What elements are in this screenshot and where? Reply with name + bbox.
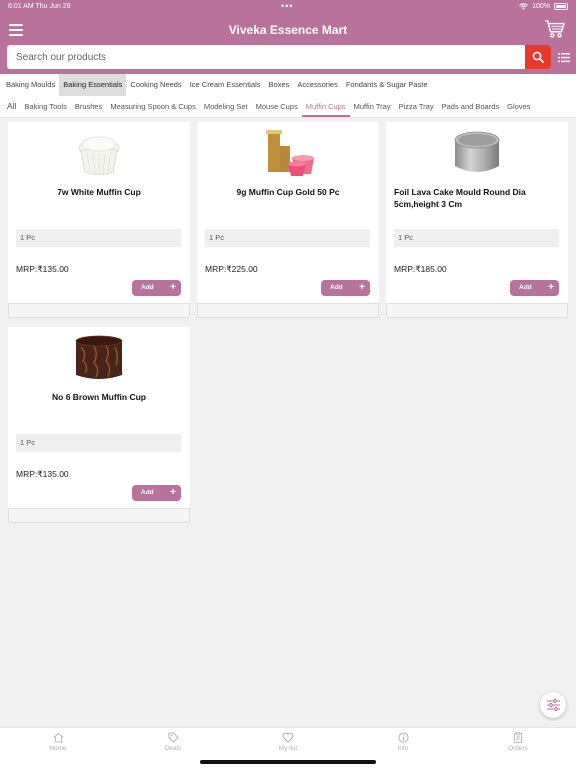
- status-bar: 8:01 AM Thu Jun 29 ••• 100%: [0, 0, 576, 14]
- product-card[interactable]: 9g Muffin Cup Gold 50 Pc 1 Pc MRP:₹225.0…: [197, 122, 379, 315]
- add-button-label: Add: [141, 489, 154, 496]
- tab-label: My list: [278, 745, 298, 752]
- tab-deals[interactable]: Deals: [143, 732, 203, 752]
- foil-cake-mould-icon: [454, 131, 500, 172]
- subcategory-tab-all[interactable]: All: [3, 96, 20, 117]
- add-to-cart-button[interactable]: Add +: [510, 280, 559, 296]
- white-muffin-cup-icon: [78, 136, 120, 175]
- product-price: MRP:₹185.00: [394, 264, 447, 274]
- search-input[interactable]: [7, 45, 525, 69]
- category-tab-cooking-needs[interactable]: Cooking Needs: [126, 74, 185, 96]
- battery-icon: [554, 3, 568, 10]
- add-button-label: Add: [330, 284, 343, 291]
- subcategory-tab-pizza-tray[interactable]: Pizza Tray: [395, 96, 438, 117]
- product-price: MRP:₹225.00: [205, 264, 258, 274]
- cart-icon[interactable]: [544, 19, 566, 39]
- app-title: Viveka Essence Mart: [228, 23, 348, 37]
- product-name: 9g Muffin Cup Gold 50 Pc: [236, 187, 340, 197]
- category-tab-baking-moulds[interactable]: Baking Moulds: [2, 74, 59, 96]
- search-box: [7, 45, 551, 69]
- wifi-icon: [519, 3, 528, 10]
- subcategory-tab-muffin-tray[interactable]: Muffin Tray: [350, 96, 395, 117]
- subcategory-tab-measuring[interactable]: Measuring Spoon & Cups: [106, 96, 199, 117]
- add-to-cart-button[interactable]: Add +: [321, 280, 370, 296]
- app-header: 8:01 AM Thu Jun 29 ••• 100% Viveka Essen…: [0, 0, 576, 74]
- tab-label: Info: [397, 745, 409, 752]
- product-card[interactable]: No 6 Brown Muffin Cup 1 Pc MRP:₹135.00 A…: [8, 327, 190, 520]
- card-footer: [386, 303, 568, 318]
- multitask-dots-icon[interactable]: •••: [281, 1, 293, 11]
- tab-home[interactable]: Home: [28, 732, 88, 752]
- category-tab-accessories[interactable]: Accessories: [293, 74, 341, 96]
- unit-selector[interactable]: 1 Pc: [205, 229, 370, 247]
- product-price: MRP:₹135.00: [16, 469, 69, 479]
- card-footer: [8, 303, 190, 318]
- unit-selector[interactable]: 1 Pc: [16, 229, 181, 247]
- battery-percent: 100%: [532, 3, 550, 10]
- list-view-icon[interactable]: [558, 52, 570, 63]
- status-time: 8:01 AM Thu Jun 29: [8, 3, 71, 10]
- filter-button[interactable]: [540, 692, 566, 718]
- tab-label: Deals: [164, 745, 182, 752]
- clipboard-icon: [513, 732, 523, 743]
- subcategory-tab-muffin-cups[interactable]: Muffin Cups: [301, 96, 350, 117]
- plus-icon: +: [359, 282, 365, 293]
- subcategory-tab-pads-boards[interactable]: Pads and Boards: [438, 96, 504, 117]
- subcategory-tab-baking-tools[interactable]: Baking Tools: [20, 96, 70, 117]
- plus-icon: +: [548, 282, 554, 293]
- unit-selector[interactable]: 1 Pc: [16, 434, 181, 452]
- unit-selector[interactable]: 1 Pc: [394, 229, 559, 247]
- heart-icon: [282, 732, 294, 743]
- tab-info[interactable]: Info: [373, 732, 433, 752]
- subcategory-tabs: All Baking Tools Brushes Measuring Spoon…: [0, 96, 576, 118]
- product-name: 7w White Muffin Cup: [57, 187, 141, 197]
- gold-muffin-cups-icon: [266, 130, 314, 176]
- home-icon: [53, 732, 63, 743]
- plus-icon: +: [170, 487, 176, 498]
- tag-icon: [167, 732, 179, 743]
- add-to-cart-button[interactable]: Add +: [132, 280, 181, 296]
- product-card[interactable]: Foil Lava Cake Mould Round Dia 5cm,heigh…: [386, 122, 568, 315]
- category-tab-ice-cream-essentials[interactable]: Ice Cream Essentials: [186, 74, 265, 96]
- tab-label: Orders: [508, 745, 528, 752]
- category-tab-boxes[interactable]: Boxes: [265, 74, 294, 96]
- add-button-label: Add: [519, 284, 532, 291]
- search-icon: [532, 51, 544, 63]
- card-footer: [8, 508, 190, 523]
- product-name: No 6 Brown Muffin Cup: [52, 392, 146, 402]
- status-right: 100%: [519, 3, 568, 10]
- tab-orders[interactable]: Orders: [488, 732, 548, 752]
- search-button[interactable]: [525, 45, 551, 69]
- add-to-cart-button[interactable]: Add +: [132, 485, 181, 501]
- subcategory-tab-gloves[interactable]: Gloves: [503, 96, 534, 117]
- category-tab-fondants[interactable]: Fondants & Sugar Paste: [342, 74, 432, 96]
- filter-sliders-icon: [546, 699, 560, 711]
- tab-my-list[interactable]: My list: [258, 732, 318, 752]
- card-footer: [197, 303, 379, 318]
- plus-icon: +: [170, 282, 176, 293]
- subcategory-tab-mouse-cups[interactable]: Mouse Cups: [252, 96, 302, 117]
- tab-label: Home: [49, 745, 67, 752]
- home-indicator[interactable]: [200, 760, 376, 764]
- add-button-label: Add: [141, 284, 154, 291]
- category-tab-baking-essentials[interactable]: Baking Essentials: [59, 74, 127, 96]
- category-tabs: Baking Moulds Baking Essentials Cooking …: [0, 74, 576, 96]
- brown-muffin-cup-icon: [75, 335, 123, 379]
- product-price: MRP:₹135.00: [16, 264, 69, 274]
- subcategory-tab-modeling-set[interactable]: Modeling Set: [200, 96, 252, 117]
- product-card[interactable]: 7w White Muffin Cup 1 Pc MRP:₹135.00 Add…: [8, 122, 190, 315]
- product-name: Foil Lava Cake Mould Round Dia 5cm,heigh…: [394, 187, 526, 209]
- info-icon: [397, 732, 409, 743]
- subcategory-tab-brushes[interactable]: Brushes: [71, 96, 107, 117]
